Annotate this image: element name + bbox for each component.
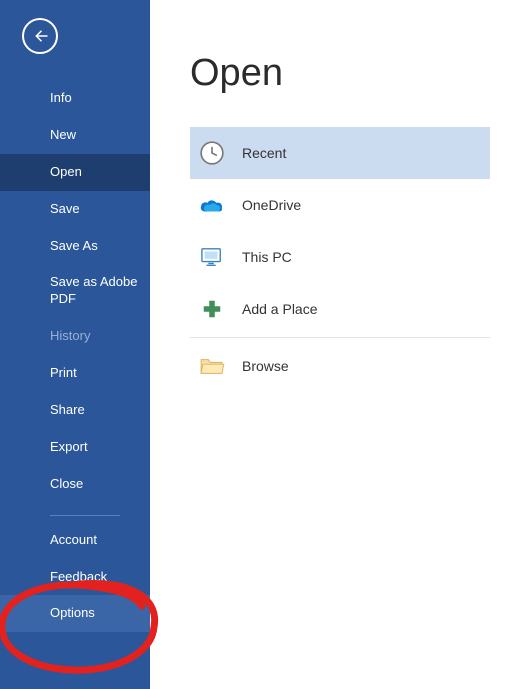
location-this-pc[interactable]: This PC xyxy=(190,231,490,283)
location-label: This PC xyxy=(242,249,292,265)
content-pane: Open Recent OneDrive xyxy=(150,0,519,689)
backstage-sidebar: Info New Open Save Save As Save as Adobe… xyxy=(0,0,150,689)
folder-icon xyxy=(198,352,226,380)
location-label: Browse xyxy=(242,358,289,374)
sidebar-item-options[interactable]: Options xyxy=(0,595,150,632)
sidebar-item-history: History xyxy=(0,318,150,355)
sidebar-item-save[interactable]: Save xyxy=(0,191,150,228)
clock-icon xyxy=(198,139,226,167)
location-label: OneDrive xyxy=(242,197,301,213)
sidebar-item-save-as[interactable]: Save As xyxy=(0,228,150,265)
location-label: Add a Place xyxy=(242,301,318,317)
location-divider xyxy=(190,337,490,338)
back-button[interactable] xyxy=(22,18,58,54)
sidebar-item-print[interactable]: Print xyxy=(0,355,150,392)
back-arrow-icon xyxy=(31,27,49,45)
location-recent[interactable]: Recent xyxy=(190,127,490,179)
location-onedrive[interactable]: OneDrive xyxy=(190,179,490,231)
sidebar-item-open[interactable]: Open xyxy=(0,154,150,191)
sidebar-item-account[interactable]: Account xyxy=(0,522,150,559)
location-add-a-place[interactable]: Add a Place xyxy=(190,283,490,335)
sidebar-item-info[interactable]: Info xyxy=(0,80,150,117)
sidebar-item-save-as-adobe-pdf[interactable]: Save as Adobe PDF xyxy=(0,264,150,318)
page-title: Open xyxy=(190,52,509,95)
onedrive-icon xyxy=(198,191,226,219)
location-browse[interactable]: Browse xyxy=(190,340,490,392)
thispc-icon xyxy=(198,243,226,271)
sidebar-item-feedback[interactable]: Feedback xyxy=(0,559,150,596)
sidebar-item-new[interactable]: New xyxy=(0,117,150,154)
sidebar-item-export[interactable]: Export xyxy=(0,429,150,466)
addplace-icon xyxy=(198,295,226,323)
sidebar-divider xyxy=(50,515,120,516)
sidebar-item-share[interactable]: Share xyxy=(0,392,150,429)
open-location-list: Recent OneDrive This PC xyxy=(190,127,490,392)
sidebar-item-close[interactable]: Close xyxy=(0,466,150,503)
location-label: Recent xyxy=(242,145,286,161)
